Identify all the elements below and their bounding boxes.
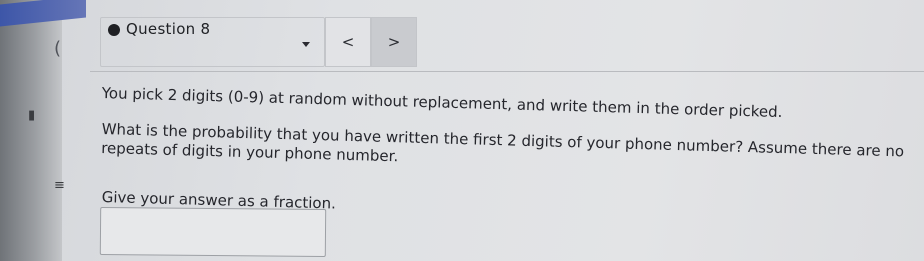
chevron-left-icon: < xyxy=(341,33,355,51)
chevron-down-icon xyxy=(302,42,310,47)
status-dot-icon xyxy=(108,24,120,36)
side-marker-icon: ▮ xyxy=(28,108,36,123)
answer-input[interactable] xyxy=(99,207,327,257)
question-header: Question 8 < > xyxy=(90,14,924,72)
previous-question-button[interactable]: < xyxy=(325,17,371,67)
left-margin xyxy=(0,0,62,261)
question-title: Question 8 xyxy=(126,20,211,38)
next-question-button[interactable]: > xyxy=(371,17,417,67)
side-list-icon: ≡ xyxy=(54,178,65,193)
side-bracket-icon: ( xyxy=(54,38,62,59)
chevron-right-icon: > xyxy=(387,33,401,51)
screen: ▮ ( ≡ Question 8 < > You pick 2 digits (… xyxy=(0,0,924,261)
question-text-intro: You pick 2 digits (0-9) at random withou… xyxy=(101,84,783,122)
question-text-prompt: What is the probability that you have wr… xyxy=(100,120,905,166)
